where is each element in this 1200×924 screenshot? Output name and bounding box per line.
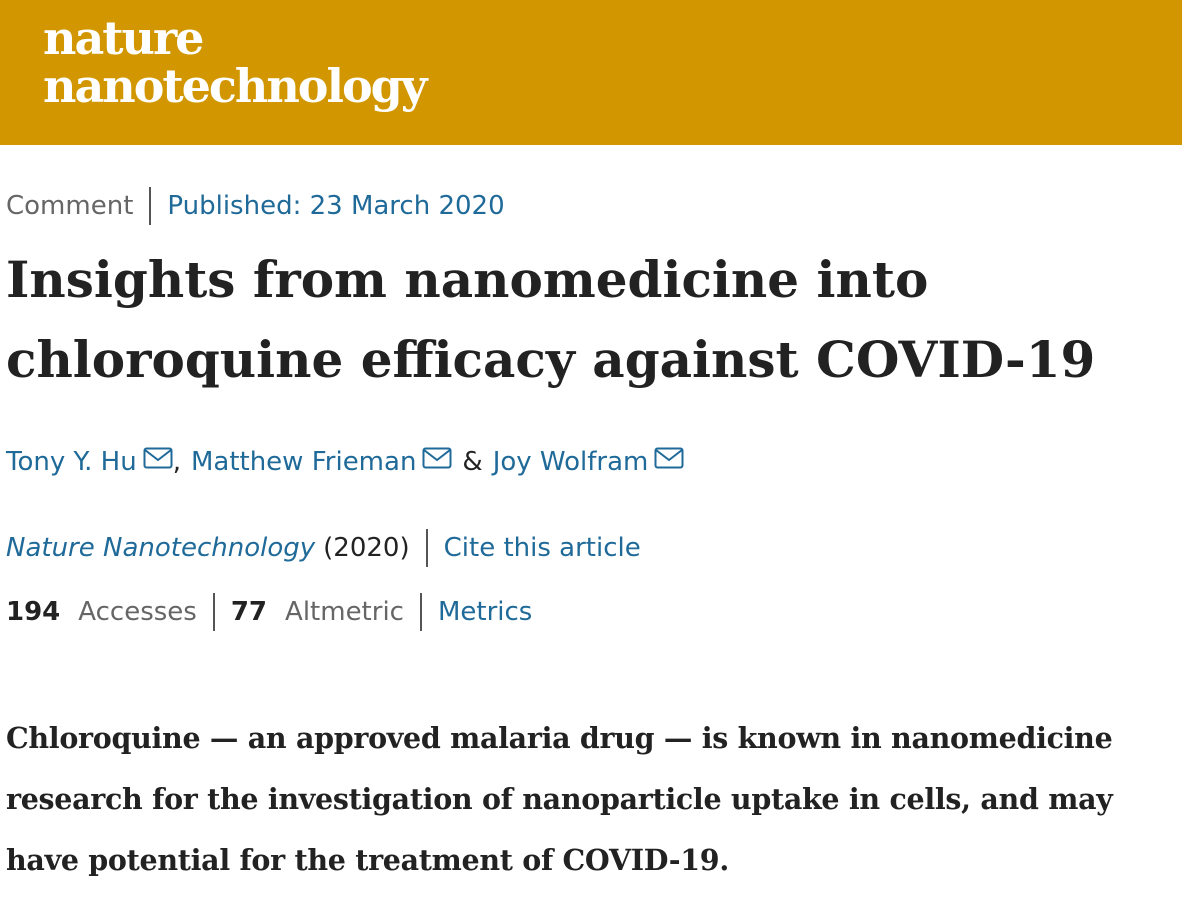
title-line-1: Insights from nanomedicine into xyxy=(6,250,929,309)
article-standfirst: Chloroquine — an approved malaria drug —… xyxy=(6,708,1186,891)
author-separator: & xyxy=(462,447,483,477)
journal-header: nature nanotechnology xyxy=(0,0,1182,145)
divider xyxy=(149,187,152,225)
author-link-hu[interactable]: Tony Y. Hu xyxy=(6,447,137,477)
mail-icon[interactable] xyxy=(654,447,684,469)
title-line-2: chloroquine efficacy against COVID-19 xyxy=(6,330,1096,389)
publication-year: (2020) xyxy=(323,533,410,563)
mail-icon[interactable] xyxy=(143,447,173,469)
article-title: Insights from nanomedicine into chloroqu… xyxy=(6,240,1186,400)
divider xyxy=(425,529,428,567)
metrics-row: 194 Accesses 77 Altmetric Metrics xyxy=(6,592,532,632)
divider xyxy=(419,593,422,631)
standfirst-line-2: research for the investigation of nanopa… xyxy=(6,782,1113,816)
accesses-count: 194 xyxy=(6,597,61,627)
divider xyxy=(212,593,215,631)
logo-line-2: nanotechnology xyxy=(43,59,428,113)
author-separator: , xyxy=(172,447,181,477)
author-list: Tony Y. Hu , Matthew Frieman & Joy Wolfr… xyxy=(6,442,684,482)
mail-icon[interactable] xyxy=(422,447,452,469)
altmetric-count: 77 xyxy=(230,597,268,627)
accesses-label: Accesses xyxy=(78,597,197,627)
logo-line-1: nature xyxy=(43,11,204,65)
altmetric-label: Altmetric xyxy=(285,597,404,627)
citation-row: Nature Nanotechnology (2020) Cite this a… xyxy=(6,528,641,568)
standfirst-line-3: have potential for the treatment of COVI… xyxy=(6,843,729,877)
cite-article-link[interactable]: Cite this article xyxy=(444,533,641,563)
journal-name-link[interactable]: Nature Nanotechnology xyxy=(6,533,315,563)
author-link-frieman[interactable]: Matthew Frieman xyxy=(191,447,416,477)
metrics-link[interactable]: Metrics xyxy=(438,597,532,627)
journal-logo[interactable]: nature nanotechnology xyxy=(43,11,428,113)
author-link-wolfram[interactable]: Joy Wolfram xyxy=(493,447,649,477)
standfirst-line-1: Chloroquine — an approved malaria drug —… xyxy=(6,721,1113,755)
article-type: Comment xyxy=(6,191,134,221)
article-meta: Comment Published: 23 March 2020 xyxy=(6,186,505,226)
published-date: Published: 23 March 2020 xyxy=(167,191,505,221)
